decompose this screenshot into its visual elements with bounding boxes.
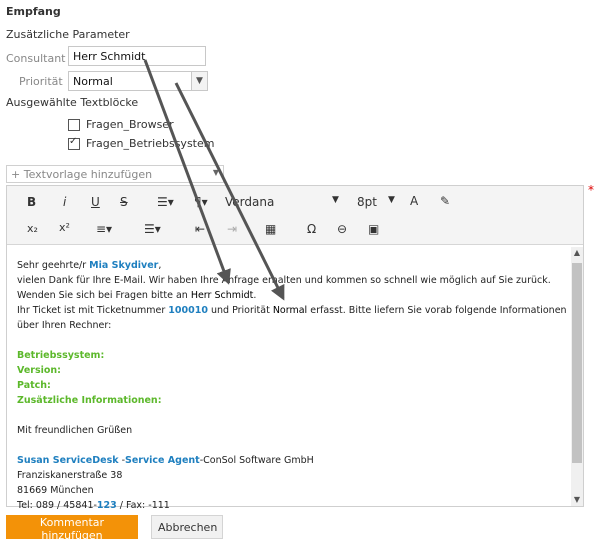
scrollbar-thumb[interactable] — [572, 263, 582, 463]
image-icon[interactable]: ▣ — [368, 222, 379, 236]
priority-name: Normal — [272, 305, 308, 316]
bullet-list-icon[interactable]: ☰▾ — [144, 222, 161, 236]
textblock-label: Fragen_Betriebssystem — [86, 137, 215, 150]
highlighter-icon[interactable]: ✎ — [440, 194, 450, 208]
textblocks-heading: Ausgewählte Textblöcke — [6, 96, 139, 109]
scroll-down-icon[interactable]: ▼ — [571, 494, 583, 506]
signature-line: Susan ServiceDesk -Service Agent-ConSol … — [17, 455, 314, 466]
special-char-button[interactable]: Ω — [307, 222, 316, 236]
chevron-down-icon[interactable]: ▼ — [388, 195, 395, 205]
editor-toolbar: B i U S ☰▾ ¶▾ Verdana ▼ 8pt ▼ A ✎ x₂ x² … — [7, 186, 583, 245]
field-label: Betriebssystem: — [17, 350, 105, 361]
checkbox-checked[interactable] — [68, 136, 80, 150]
chevron-down-icon: ▼ — [212, 168, 219, 177]
template-placeholder: + Textvorlage hinzufügen — [11, 168, 153, 181]
align-icon[interactable]: ☰▾ — [157, 195, 174, 209]
underline-button[interactable]: U — [91, 195, 100, 209]
link-icon[interactable]: ⊖ — [337, 222, 347, 236]
subscript-button[interactable]: x₂ — [27, 222, 38, 235]
template-select[interactable]: + Textvorlage hinzufügen ▼ — [6, 165, 224, 183]
outdent-icon[interactable]: ⇤ — [195, 222, 205, 236]
editor-scrollbar[interactable]: ▲ ▼ — [571, 247, 583, 506]
signature-street: Franziskanerstraße 38 — [17, 470, 123, 481]
greeting-line: Sehr geehrte/r Mia Skydiver, — [17, 260, 162, 271]
closing-line: Mit freundlichen Grüßen — [17, 425, 133, 436]
chevron-down-icon[interactable]: ▼ — [191, 72, 207, 90]
scroll-up-icon[interactable]: ▲ — [571, 247, 583, 259]
message-body[interactable]: Sehr geehrte/r Mia Skydiver, vielen Dank… — [17, 258, 567, 513]
body-line: Ihr Ticket ist mit Ticketnummer 100010 u… — [17, 305, 567, 316]
consultant-label: Consultant — [6, 52, 66, 65]
body-line: vielen Dank für Ihre E-Mail. Wir haben I… — [17, 275, 551, 286]
field-label: Zusätzliche Informationen: — [17, 395, 162, 406]
font-size-select[interactable]: 8pt — [357, 195, 377, 209]
consultant-input[interactable] — [68, 46, 206, 66]
table-icon[interactable]: ▦ — [265, 222, 276, 236]
required-marker: * — [588, 183, 594, 197]
italic-button[interactable]: i — [63, 195, 66, 209]
textblock-item-betriebssystem[interactable]: Fragen_Betriebssystem — [68, 136, 215, 150]
strikethrough-button[interactable]: S — [120, 195, 128, 209]
signature-city: 81669 München — [17, 485, 94, 496]
paragraph-icon[interactable]: ¶▾ — [194, 195, 208, 209]
checkbox[interactable] — [68, 119, 80, 131]
superscript-button[interactable]: x² — [59, 221, 70, 234]
font-family-select[interactable]: Verdana — [225, 195, 274, 209]
numbered-list-icon[interactable]: ≡▾ — [96, 222, 112, 236]
field-label: Version: — [17, 365, 61, 376]
customer-name: Mia Skydiver — [89, 260, 159, 271]
consultant-name: Herr Schmidt — [190, 290, 254, 301]
priority-label: Priorität — [19, 75, 63, 88]
bold-button[interactable]: B — [27, 195, 36, 209]
params-heading: Zusätzliche Parameter — [6, 28, 130, 41]
indent-icon[interactable]: ⇥ — [227, 222, 237, 236]
body-line: Wenden Sie sich bei Fragen bitte an Herr… — [17, 290, 257, 301]
priority-value: Normal — [73, 75, 113, 88]
ticket-number: 100010 — [168, 305, 208, 316]
signature-phone: Tel: 089 / 45841-123 / Fax: -111 — [17, 500, 170, 511]
cancel-button[interactable]: Abbrechen — [151, 515, 223, 539]
field-label: Patch: — [17, 380, 51, 391]
section-title: Empfang — [6, 5, 61, 18]
textblock-item-browser[interactable]: Fragen_Browser — [68, 118, 174, 131]
priority-select[interactable]: Normal ▼ — [68, 71, 208, 91]
textblock-label: Fragen_Browser — [86, 118, 174, 131]
text-color-icon[interactable]: A — [410, 194, 418, 208]
chevron-down-icon[interactable]: ▼ — [332, 195, 339, 205]
body-line: über Ihren Rechner: — [17, 320, 112, 331]
add-comment-button[interactable]: Kommentar hinzufügen — [6, 515, 138, 542]
